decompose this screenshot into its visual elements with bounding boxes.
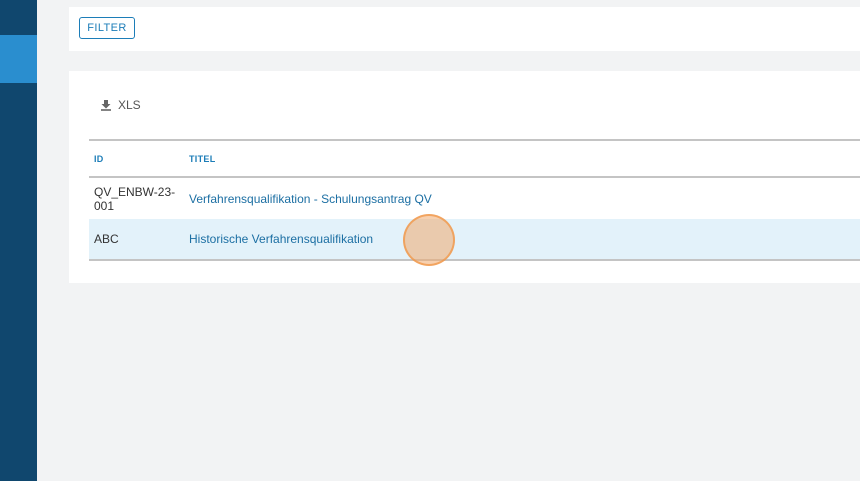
results-table: ID TITEL QV_ENBW-23- 001 Verfahrensquali… <box>89 139 860 261</box>
sidebar-item-active[interactable] <box>0 35 37 83</box>
download-icon <box>101 100 111 111</box>
cell-title-link[interactable]: Verfahrensqualifikation - Schulungsantra… <box>189 192 860 206</box>
xls-label: XLS <box>118 98 141 112</box>
table-row[interactable]: QV_ENBW-23- 001 Verfahrensqualifikation … <box>89 178 860 219</box>
table-header: ID TITEL <box>89 139 860 178</box>
cell-id: QV_ENBW-23- 001 <box>94 184 176 213</box>
column-header-id[interactable]: ID <box>89 154 189 164</box>
filter-bar: FILTER <box>69 7 860 51</box>
cell-id: ABC <box>94 232 119 246</box>
column-header-title[interactable]: TITEL <box>189 154 860 164</box>
cell-title-link[interactable]: Historische Verfahrensqualifikation <box>189 232 860 246</box>
filter-button[interactable]: FILTER <box>79 17 135 39</box>
sidebar <box>0 0 37 481</box>
table-row[interactable]: ABC Historische Verfahrensqualifikation <box>89 219 860 261</box>
results-panel: XLS ID TITEL QV_ENBW-23- 001 Verfahrensq… <box>69 71 860 283</box>
xls-export-button[interactable]: XLS <box>100 94 141 116</box>
